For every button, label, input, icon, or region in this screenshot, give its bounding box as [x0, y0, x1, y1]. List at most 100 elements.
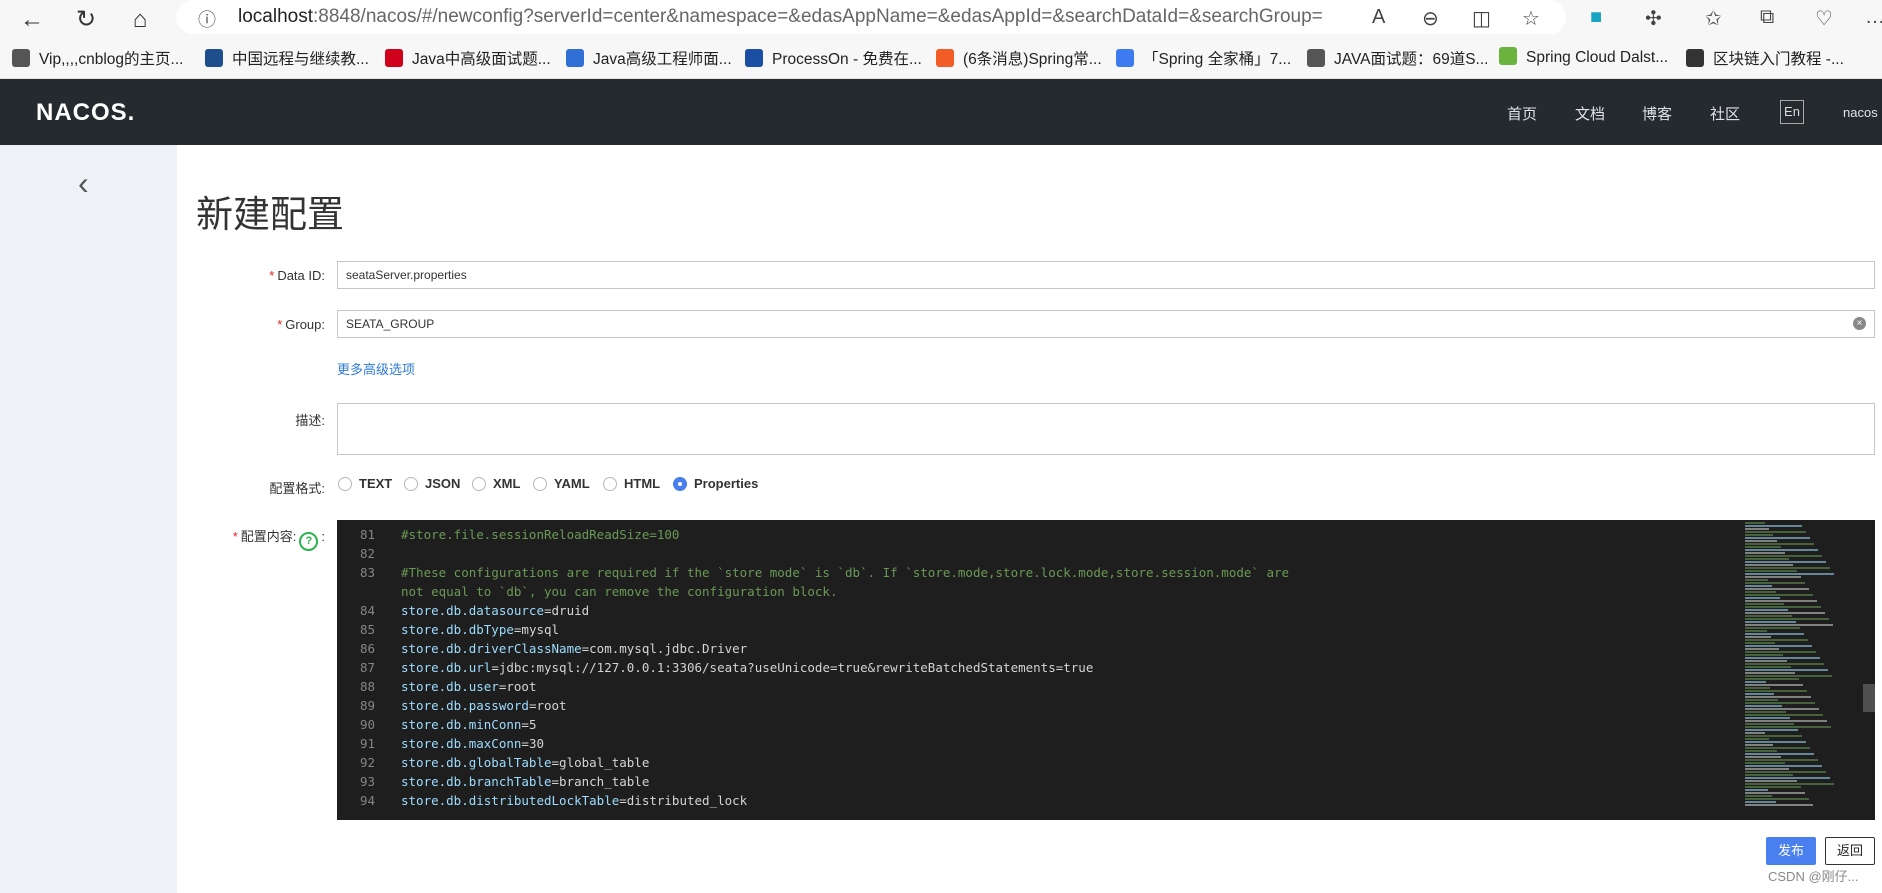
bookmark-item[interactable]: 中国远程与继续教...: [205, 47, 369, 69]
bookmark-item[interactable]: 「Spring 全家桶」7...: [1116, 47, 1291, 69]
bookmark-item[interactable]: JAVA面试题：69道S...: [1307, 47, 1488, 69]
collections-icon[interactable]: ⧉: [1760, 6, 1774, 29]
code-line[interactable]: 85 store.db.dbType=mysql: [337, 620, 1737, 639]
bookmark-item[interactable]: 区块链入门教程 -...: [1686, 47, 1844, 69]
bookmark-item[interactable]: Java高级工程师面...: [566, 47, 732, 69]
description-textarea[interactable]: [337, 403, 1875, 455]
read-aloud-icon[interactable]: A: [1372, 6, 1385, 29]
bookmark-item[interactable]: Spring Cloud Dalst...: [1499, 47, 1668, 67]
minimap-line: [1745, 744, 1773, 746]
minimap-line: [1745, 627, 1800, 629]
bookmark-favicon-icon: [12, 49, 30, 67]
minimap-line: [1745, 756, 1781, 758]
code-line[interactable]: 86 store.db.driverClassName=com.mysql.jdb…: [337, 639, 1737, 658]
language-toggle-button[interactable]: En: [1780, 100, 1804, 124]
minimap-line: [1745, 771, 1826, 773]
code-text: #These configurations are required if th…: [401, 565, 1290, 580]
minimap-line: [1745, 765, 1822, 767]
nav-docs[interactable]: 文档: [1575, 103, 1605, 124]
split-view-icon[interactable]: ◫: [1472, 6, 1491, 31]
back-arrow-icon[interactable]: ←: [16, 4, 48, 36]
line-number: 90: [359, 717, 375, 732]
code-editor[interactable]: 81 #store.file.sessionReloadReadSize=100 8…: [337, 520, 1875, 820]
data-id-input[interactable]: seataServer.properties: [337, 261, 1875, 289]
minimap-line: [1745, 705, 1782, 707]
clear-icon[interactable]: ×: [1853, 317, 1866, 330]
format-radio-json[interactable]: JSON: [404, 476, 460, 491]
home-icon[interactable]: ⌂: [124, 4, 156, 36]
content-label: * 配置内容:?:: [195, 526, 325, 551]
code-line[interactable]: 82: [337, 544, 1737, 563]
code-line[interactable]: 87 store.db.url=jdbc:mysql://127.0.0.1:33…: [337, 658, 1737, 677]
nav-home[interactable]: 首页: [1507, 103, 1537, 124]
bookmark-item[interactable]: ProcessOn - 免费在...: [745, 47, 922, 69]
nav-community[interactable]: 社区: [1710, 103, 1740, 124]
code-line[interactable]: 81 #store.file.sessionReloadReadSize=100: [337, 525, 1737, 544]
publish-button[interactable]: 发布: [1766, 837, 1816, 865]
watermark: CSDN @刚仔...: [1768, 869, 1859, 884]
code-line[interactable]: 89 store.db.password=root: [337, 696, 1737, 715]
format-radio-xml[interactable]: XML: [472, 476, 520, 491]
user-menu[interactable]: nacos: [1843, 105, 1878, 120]
code-line[interactable]: 90 store.db.minConn=5: [337, 715, 1737, 734]
format-radio-text[interactable]: TEXT: [338, 476, 392, 491]
editor-scrollbar[interactable]: [1863, 684, 1875, 712]
extensions-puzzle-icon[interactable]: ✣: [1645, 6, 1662, 31]
minimap-line: [1745, 708, 1819, 710]
minimap-line: [1745, 543, 1814, 545]
code-line[interactable]: 88 store.db.user=root: [337, 677, 1737, 696]
more-icon[interactable]: …: [1865, 6, 1882, 29]
minimap-line: [1745, 786, 1801, 788]
url-text[interactable]: localhost:8848/nacos/#/newconfig?serverI…: [238, 6, 1323, 28]
bookmark-favicon-icon: [385, 49, 403, 67]
bookmark-favicon-icon: [1307, 49, 1325, 67]
line-number: 89: [359, 698, 375, 713]
format-radio-html[interactable]: HTML: [603, 476, 660, 491]
minimap-line: [1745, 711, 1786, 713]
minimap-line: [1745, 651, 1816, 653]
nav-blog[interactable]: 博客: [1642, 103, 1672, 124]
address-bar[interactable]: ⓘ localhost:8848/nacos/#/newconfig?serve…: [176, 0, 1566, 34]
bookmark-item[interactable]: (6条消息)Spring常...: [936, 47, 1102, 69]
minimap-line: [1745, 741, 1806, 743]
site-info-icon[interactable]: ⓘ: [198, 6, 216, 32]
minimap-line: [1745, 762, 1785, 764]
code-line[interactable]: 91 store.db.maxConn=30: [337, 734, 1737, 753]
minimap-line: [1745, 717, 1790, 719]
performance-icon[interactable]: ♡: [1815, 6, 1833, 31]
minimap-line: [1745, 768, 1789, 770]
minimap-line: [1745, 561, 1826, 563]
bookmark-favicon-icon: [745, 49, 763, 67]
extension-icon[interactable]: ■: [1590, 6, 1602, 29]
bookmark-item[interactable]: Java中高级面试题...: [385, 47, 551, 69]
help-icon[interactable]: ?: [299, 532, 319, 551]
code-line[interactable]: not equal to `db`, you can remove the co…: [337, 582, 1737, 601]
chevron-left-icon[interactable]: ‹: [78, 165, 89, 202]
advanced-options-link[interactable]: 更多高级选项: [337, 359, 415, 378]
format-radio-yaml[interactable]: YAML: [533, 476, 590, 491]
line-number: 92: [359, 755, 375, 770]
code-line[interactable]: 93 store.db.branchTable=branch_table: [337, 772, 1737, 791]
favorite-star-icon[interactable]: ☆: [1522, 6, 1540, 31]
refresh-icon[interactable]: ↻: [70, 4, 102, 36]
zoom-icon[interactable]: ⊖: [1422, 6, 1439, 31]
code-line[interactable]: 84 store.db.datasource=druid: [337, 601, 1737, 620]
code-line[interactable]: 94 store.db.distributedLockTable=distribu…: [337, 791, 1737, 810]
code-text: not equal to `db`, you can remove the co…: [401, 584, 838, 599]
data-id-label: * Data ID:: [269, 268, 325, 283]
bookmark-item[interactable]: Vip,,,,cnblog的主页...: [12, 47, 183, 69]
minimap-line: [1745, 570, 1797, 572]
group-input[interactable]: SEATA_GROUP ×: [337, 310, 1875, 338]
code-line[interactable]: 92 store.db.globalTable=global_table: [337, 753, 1737, 772]
format-radio-properties[interactable]: Properties: [673, 476, 758, 491]
minimap-line: [1745, 534, 1773, 536]
minimap-line: [1745, 606, 1821, 608]
editor-minimap[interactable]: [1742, 520, 1854, 820]
back-button[interactable]: 返回: [1825, 837, 1875, 865]
minimap-line: [1745, 795, 1772, 797]
minimap-line: [1745, 525, 1802, 527]
favorites-icon[interactable]: ✩: [1705, 6, 1722, 31]
nacos-logo[interactable]: NACOS.: [36, 99, 135, 127]
code-line[interactable]: 83 #These configurations are required if …: [337, 563, 1737, 582]
code-text: store.db.distributedLockTable=distribute…: [401, 793, 748, 808]
